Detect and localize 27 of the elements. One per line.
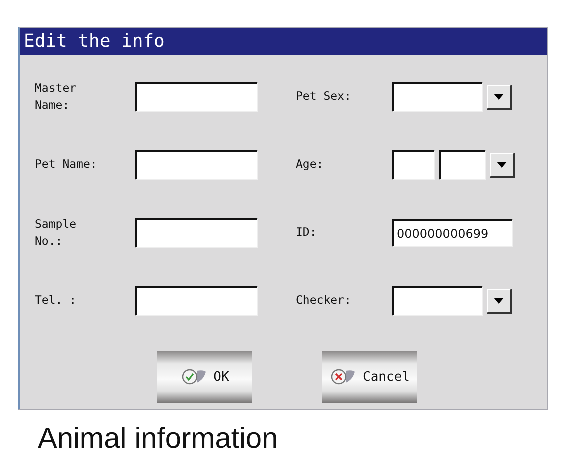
input-field[interactable] (135, 82, 258, 112)
field-label: Pet Name: (35, 156, 98, 174)
field-label: Sample No.: (35, 216, 78, 250)
field-label: Age: (296, 156, 325, 174)
window-title: Edit the info (20, 28, 547, 55)
dropdown-button[interactable] (487, 288, 512, 314)
field-label: Master Name: (35, 80, 78, 114)
input-field[interactable] (135, 150, 258, 180)
dropdown-field[interactable] (392, 286, 483, 316)
dropdown-button[interactable] (487, 84, 512, 110)
field-label: Checker: (296, 292, 352, 310)
cancel-button[interactable]: Cancel (322, 351, 417, 403)
age-field[interactable] (392, 150, 435, 180)
unit-field[interactable] (439, 150, 486, 180)
input-field[interactable] (135, 286, 258, 316)
dropdown-button[interactable] (490, 152, 515, 178)
caret-icon (494, 94, 504, 100)
field-label: Tel. : (35, 292, 78, 310)
caret-icon (497, 162, 507, 168)
input-field[interactable]: 000000000699 (392, 219, 513, 247)
field-label: Pet Sex: (296, 88, 352, 106)
caret-icon (494, 298, 504, 304)
input-field[interactable] (135, 218, 258, 248)
ok-button[interactable]: OK (157, 351, 252, 403)
field-label: ID: (296, 224, 318, 242)
caption: Animal information (38, 423, 280, 456)
dropdown-field[interactable] (392, 82, 483, 112)
